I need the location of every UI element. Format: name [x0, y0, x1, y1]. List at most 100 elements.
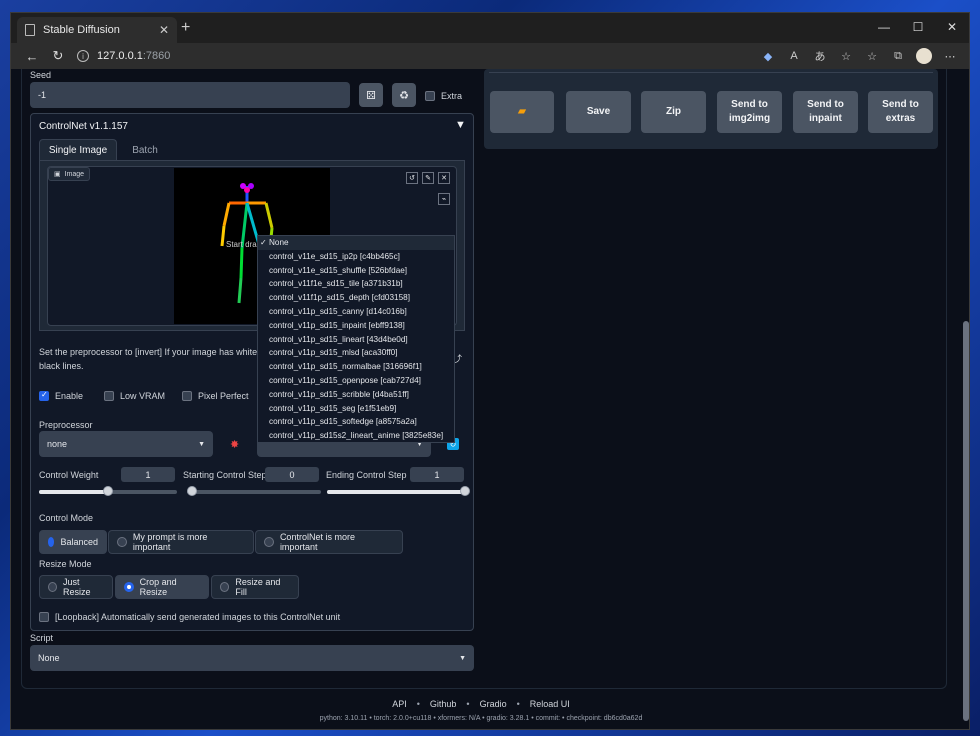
translate-icon[interactable]: あ — [809, 46, 831, 66]
pixelperfect-checkbox[interactable]: Pixel Perfect — [182, 391, 249, 401]
mode-prompt-important[interactable]: My prompt is more important — [108, 530, 254, 554]
extra-checkbox[interactable]: Extra — [425, 91, 462, 101]
mode-prompt-radio[interactable] — [117, 537, 127, 547]
gallery-edge — [489, 69, 933, 73]
resize-fill[interactable]: Resize and Fill — [211, 575, 299, 599]
footer-link-gradio[interactable]: Gradio — [480, 699, 507, 709]
footer-link-reload[interactable]: Reload UI — [530, 699, 570, 709]
model-option[interactable]: control_v11p_sd15_scribble [d4ba51ff] — [258, 388, 454, 402]
mode-controlnet-important[interactable]: ControlNet is more important — [255, 530, 403, 554]
script-label: Script — [30, 633, 54, 643]
refresh-icon[interactable]: ↻ — [45, 48, 71, 64]
url-field[interactable]: i 127.0.0.1 :7860 — [77, 46, 170, 66]
undo-icon[interactable]: ↺ — [406, 172, 418, 184]
enable-check[interactable] — [39, 390, 49, 401]
tag-icon[interactable]: ◆ — [757, 46, 779, 66]
info-icon[interactable]: i — [77, 50, 89, 62]
back-icon[interactable]: ← — [19, 49, 45, 64]
mode-controlnet-radio[interactable] — [264, 537, 274, 547]
end-step-slider-knob[interactable] — [460, 486, 470, 496]
send-to-inpaint-button[interactable]: Send to inpaint — [793, 91, 858, 133]
loopback-checkbox[interactable]: [Loopback] Automatically send generated … — [39, 612, 340, 622]
lowvram-check[interactable] — [104, 391, 114, 401]
close-tab-icon[interactable]: ✕ — [159, 23, 169, 37]
model-option[interactable]: control_v11p_sd15_inpaint [ebff9138] — [258, 319, 454, 333]
model-dropdown-list[interactable]: Nonecontrol_v11e_sd15_ip2p [c4bb465c]con… — [257, 235, 455, 443]
model-option[interactable]: control_v11e_sd15_ip2p [c4bb465c] — [258, 250, 454, 264]
maximize-icon[interactable]: ☐ — [901, 13, 935, 41]
resize-just-label: Just Resize — [63, 577, 91, 597]
resize-crop-radio[interactable] — [124, 582, 134, 592]
scrollbar-thumb[interactable] — [963, 321, 969, 721]
end-step-number[interactable]: 1 — [410, 467, 464, 482]
model-option[interactable]: control_v11p_sd15_openpose [cab727d4] — [258, 374, 454, 388]
model-option[interactable]: control_v11p_sd15_lineart [43d4be0d] — [258, 333, 454, 347]
start-step-slider[interactable] — [187, 486, 321, 496]
new-tab-icon[interactable]: + — [181, 19, 190, 37]
weight-number[interactable]: 1 — [121, 467, 175, 482]
profile-avatar[interactable] — [913, 46, 935, 66]
script-select[interactable]: None ▼ — [30, 645, 474, 671]
run-preprocessor-icon[interactable]: ✸ — [230, 438, 239, 451]
end-step-label: Ending Control Step — [326, 470, 407, 480]
model-option[interactable]: control_v11p_sd15_seg [e1f51eb9] — [258, 402, 454, 416]
model-option[interactable]: control_v11p_sd15_softedge [a8575a2a] — [258, 415, 454, 429]
model-option[interactable]: control_v11p_sd15_normalbae [316696f1] — [258, 360, 454, 374]
open-folder-button[interactable]: ▰ — [490, 91, 554, 133]
enable-checkbox[interactable]: Enable — [39, 390, 84, 401]
recycle-icon[interactable]: ♻ — [392, 83, 416, 107]
send-to-img2img-button[interactable]: Send to img2img — [717, 91, 782, 133]
extra-check[interactable] — [425, 91, 435, 101]
footer-link-api[interactable]: API — [392, 699, 407, 709]
footer-link-github[interactable]: Github — [430, 699, 457, 709]
weight-slider-knob[interactable] — [103, 486, 113, 496]
model-option[interactable]: control_v11p_sd15s2_lineart_anime [3825e… — [258, 429, 454, 442]
resize-just-radio[interactable] — [48, 582, 58, 592]
read-aloud-icon[interactable]: A — [783, 46, 805, 66]
model-option[interactable]: control_v11p_sd15_canny [d14c016b] — [258, 305, 454, 319]
favorite-add-icon[interactable]: ☆ — [835, 46, 857, 66]
clear-image-icon[interactable]: ✕ — [438, 172, 450, 184]
dice-icon[interactable]: ⚄ — [359, 83, 383, 107]
model-option[interactable]: control_v11p_sd15_mlsd [aca30ff0] — [258, 346, 454, 360]
seed-input[interactable]: -1 — [30, 82, 350, 108]
preprocessor-select[interactable]: none ▼ — [39, 431, 213, 457]
more-icon[interactable]: ⋯ — [939, 46, 961, 66]
model-option[interactable]: control_v11e_sd15_shuffle [526bfdae] — [258, 264, 454, 278]
close-window-icon[interactable]: ✕ — [935, 13, 969, 41]
collapse-triangle-icon[interactable]: ▼ — [455, 119, 466, 131]
mode-balanced-radio[interactable] — [48, 537, 55, 547]
send-to-extras-button[interactable]: Send to extras — [868, 91, 933, 133]
save-button[interactable]: Save — [566, 91, 631, 133]
mode-balanced[interactable]: Balanced — [39, 530, 107, 554]
favorites-icon[interactable]: ☆ — [861, 46, 883, 66]
model-option[interactable]: control_v11f1p_sd15_depth [cfd03158] — [258, 291, 454, 305]
start-step-slider-knob[interactable] — [187, 486, 197, 496]
seed-label: Seed — [30, 70, 52, 80]
brush-icon[interactable]: ⌁ — [438, 193, 450, 205]
page-scrollbar[interactable] — [963, 75, 969, 725]
minimize-icon[interactable]: — — [867, 13, 901, 41]
loopback-check[interactable] — [39, 612, 49, 622]
model-option[interactable]: control_v11f1e_sd15_tile [a371b31b] — [258, 277, 454, 291]
start-step-number[interactable]: 0 — [265, 467, 319, 482]
enable-label: Enable — [55, 391, 84, 401]
edit-icon[interactable]: ✎ — [422, 172, 434, 184]
tab-single-image[interactable]: Single Image — [39, 139, 117, 161]
extra-label: Extra — [441, 91, 463, 101]
resize-mode-label: Resize Mode — [39, 559, 92, 569]
zip-button[interactable]: Zip — [641, 91, 706, 133]
browser-tab[interactable]: Stable Diffusion ✕ — [17, 17, 177, 43]
model-option[interactable]: None — [258, 236, 454, 250]
tab-batch[interactable]: Batch — [123, 139, 167, 161]
mode-controlnet-label: ControlNet is more important — [279, 532, 355, 552]
weight-slider[interactable] — [39, 486, 177, 496]
resize-fill-radio[interactable] — [220, 582, 230, 592]
resize-fill-label: Resize and Fill — [235, 577, 281, 597]
pixelperfect-check[interactable] — [182, 391, 192, 401]
end-step-slider[interactable] — [327, 486, 470, 496]
lowvram-checkbox[interactable]: Low VRAM — [104, 391, 165, 401]
resize-just[interactable]: Just Resize — [39, 575, 113, 599]
resize-crop[interactable]: Crop and Resize — [115, 575, 209, 599]
collections-icon[interactable]: ⧉ — [887, 46, 909, 66]
